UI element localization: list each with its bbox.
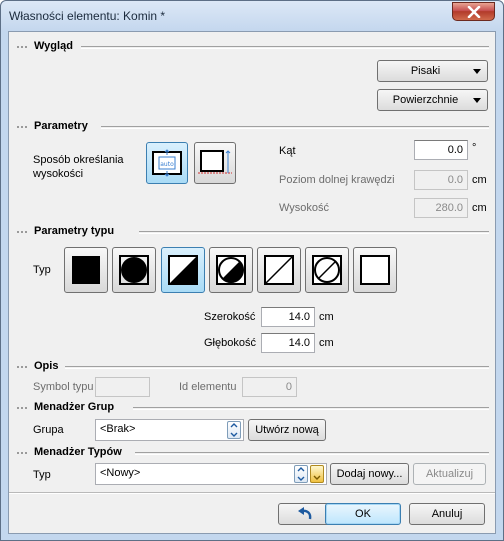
width-label: Szerokość — [204, 311, 256, 323]
type-label: Typ — [33, 264, 51, 276]
section-rule — [139, 231, 489, 234]
section-dots — [17, 46, 27, 48]
width-unit: cm — [319, 311, 334, 323]
angle-input[interactable]: 0.0 — [414, 140, 468, 160]
type-save-icon[interactable] — [310, 465, 324, 483]
group-picker-icon[interactable] — [227, 421, 241, 439]
section-type-manager: Menadżer Typów — [17, 446, 489, 460]
undo-button[interactable] — [278, 503, 331, 525]
group-label: Grupa — [33, 424, 64, 436]
group-value: <Brak> — [100, 423, 136, 435]
angle-unit: ° — [472, 142, 477, 154]
section-appearance: Wygląd — [17, 40, 489, 54]
angle-label: Kąt — [279, 145, 296, 157]
section-dots — [17, 366, 27, 368]
chevron-down-icon — [473, 98, 481, 103]
section-group-manager: Menadżer Grup — [17, 401, 489, 415]
pens-label: Pisaki — [410, 65, 441, 77]
surfaces-dropdown-button[interactable]: Powierzchnie — [377, 89, 488, 111]
square-filled-icon — [72, 256, 100, 284]
section-title-type-parameters: Parametry typu — [34, 225, 115, 237]
add-new-type-button[interactable]: Dodaj nowy... — [330, 463, 409, 485]
height-mode-auto-button[interactable]: auto — [146, 142, 188, 184]
square-empty-icon — [360, 255, 390, 285]
bottom-level-label: Poziom dolnej krawędzi — [279, 174, 395, 186]
pens-dropdown-button[interactable]: Pisaki — [377, 60, 488, 82]
type-manager-label: Typ — [33, 469, 51, 481]
depth-input[interactable]: 14.0 — [261, 333, 315, 353]
close-icon — [467, 6, 481, 18]
height-mode-manual-button[interactable] — [194, 142, 236, 184]
type-square-empty-button[interactable] — [353, 247, 397, 293]
dialog-body: Wygląd Pisaki Powierzchnie Parametry Spo… — [8, 31, 496, 534]
section-title-group-manager: Menadżer Grup — [34, 401, 115, 413]
symbol-input[interactable] — [95, 377, 150, 397]
section-rule — [101, 126, 489, 129]
undo-icon — [297, 507, 311, 520]
type-circle-diagonal-button[interactable] — [209, 247, 253, 293]
id-label: Id elementu — [179, 381, 237, 393]
height-manual-icon — [198, 150, 232, 174]
section-title-appearance: Wygląd — [34, 40, 73, 52]
ok-button[interactable]: OK — [325, 503, 401, 525]
type-picker-icon[interactable] — [294, 465, 308, 483]
section-title-description: Opis — [34, 360, 59, 372]
circle-diagonal-icon — [216, 255, 246, 285]
properties-dialog: Własności elementu: Komin * Wygląd Pisak… — [0, 0, 504, 541]
section-rule — [133, 407, 489, 410]
section-rule — [81, 46, 489, 49]
depth-label: Głębokość — [204, 337, 256, 349]
height-input[interactable]: 280.0 — [414, 198, 468, 218]
title-bar: Własności elementu: Komin * — [1, 1, 503, 31]
section-dots — [17, 452, 27, 454]
create-new-group-button[interactable]: Utwórz nową — [248, 419, 326, 441]
type-square-diagonal-button[interactable] — [161, 247, 205, 293]
height-unit: cm — [472, 202, 487, 214]
auto-icon-text: auto — [160, 161, 174, 168]
type-square-filled-button[interactable] — [64, 247, 108, 293]
type-combo[interactable]: <Nowy> — [95, 463, 327, 485]
close-button[interactable] — [452, 2, 495, 21]
cancel-button[interactable]: Anuluj — [409, 503, 485, 525]
section-dots — [17, 231, 27, 233]
depth-unit: cm — [319, 337, 334, 349]
surfaces-label: Powierzchnie — [392, 94, 459, 106]
symbol-label: Symbol typu — [33, 381, 94, 393]
bottom-level-unit: cm — [472, 174, 487, 186]
type-value: <Nowy> — [100, 467, 141, 479]
type-square-round-hole-button[interactable] — [112, 247, 156, 293]
square-diagonal-icon — [168, 255, 198, 285]
section-rule — [135, 452, 489, 455]
id-input[interactable]: 0 — [242, 377, 297, 397]
update-type-button[interactable]: Aktualizuj — [413, 463, 486, 485]
section-description: Opis — [17, 360, 489, 374]
bottom-level-input[interactable]: 0.0 — [414, 170, 468, 190]
section-dots — [17, 407, 27, 409]
footer-divider — [9, 492, 495, 494]
section-title-parameters: Parametry — [34, 120, 88, 132]
height-auto-icon: auto — [152, 149, 182, 177]
height-label: Wysokość — [279, 202, 330, 214]
circle-line-icon — [312, 255, 342, 285]
height-mode-label: Sposób określania wysokości — [33, 154, 124, 180]
section-type-parameters: Parametry typu — [17, 225, 489, 239]
chevron-down-icon — [473, 69, 481, 74]
square-line-icon — [264, 255, 294, 285]
section-parameters: Parametry — [17, 120, 489, 134]
section-title-type-manager: Menadżer Typów — [34, 446, 122, 458]
window-title: Własności elementu: Komin * — [9, 9, 166, 23]
section-rule — [65, 366, 489, 369]
group-combo[interactable]: <Brak> — [95, 419, 244, 441]
type-square-line-button[interactable] — [257, 247, 301, 293]
square-round-icon — [119, 255, 149, 285]
width-input[interactable]: 14.0 — [261, 307, 315, 327]
section-dots — [17, 126, 27, 128]
type-circle-line-button[interactable] — [305, 247, 349, 293]
